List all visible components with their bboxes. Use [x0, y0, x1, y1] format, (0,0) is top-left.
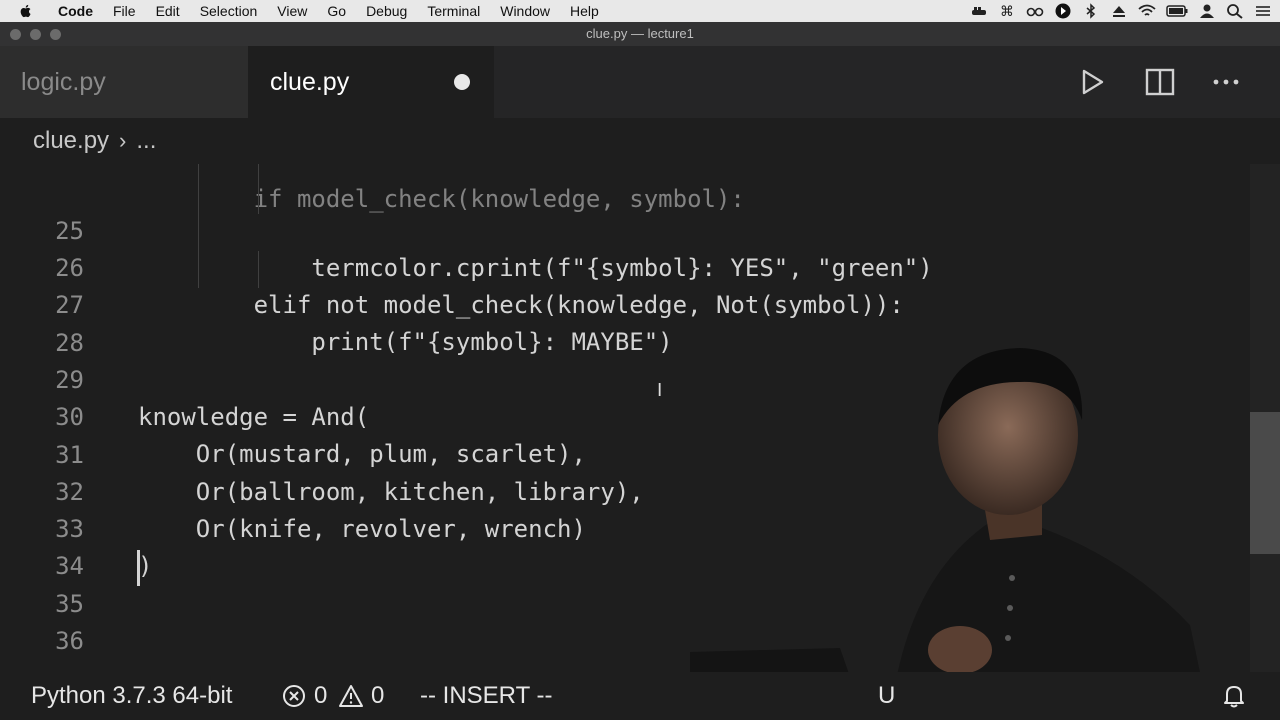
spotlight-search-icon[interactable]: [1226, 3, 1244, 19]
bell-icon[interactable]: [1221, 683, 1247, 709]
code-line: 28: [0, 288, 1250, 357]
chevron-right-icon: ›: [119, 128, 127, 153]
menu-debug[interactable]: Debug: [356, 0, 417, 22]
code-line: 25 termcolor.cprint(f"{symbol}: YES", "g…: [0, 176, 1250, 282]
menu-selection[interactable]: Selection: [190, 0, 268, 22]
breadcrumb-symbol[interactable]: ...: [136, 127, 156, 155]
zoom-window-button[interactable]: [50, 29, 61, 40]
svg-text:⌘: ⌘: [1000, 4, 1014, 19]
warning-triangle-icon[interactable]: [338, 684, 364, 708]
presenter-video-overlay: [690, 348, 1210, 720]
status-partial-text: U: [878, 682, 896, 709]
error-circle-icon[interactable]: [282, 684, 306, 708]
battery-icon[interactable]: [1166, 3, 1188, 19]
code-line: 26 elif not model_check(knowledge, Not(s…: [0, 213, 1250, 319]
error-count[interactable]: 0: [314, 672, 327, 720]
user-icon[interactable]: [1198, 3, 1216, 19]
menu-go[interactable]: Go: [317, 0, 356, 22]
unsaved-changes-dot-icon[interactable]: [454, 74, 470, 90]
bluetooth-icon[interactable]: [1082, 3, 1100, 19]
minimize-window-button[interactable]: [30, 29, 41, 40]
control-center-icon[interactable]: [1254, 3, 1272, 19]
window-title-bar: clue.py — lecture1: [0, 22, 1280, 46]
glasses-icon[interactable]: [1026, 3, 1044, 19]
play-icon[interactable]: [1076, 66, 1108, 98]
menu-edit[interactable]: Edit: [146, 0, 190, 22]
macos-menu-bar: Code File Edit Selection View Go Debug T…: [0, 0, 1280, 22]
more-actions-icon[interactable]: [1210, 66, 1242, 98]
breadcrumb-file[interactable]: clue.py: [33, 127, 109, 155]
warning-count[interactable]: 0: [371, 672, 384, 720]
menu-status-area: ⌘: [970, 0, 1272, 22]
vim-mode-indicator: -- INSERT --: [420, 682, 553, 709]
breadcrumb: clue.py › ...: [0, 118, 1280, 164]
apple-logo-icon[interactable]: [18, 3, 34, 19]
menu-terminal[interactable]: Terminal: [417, 0, 490, 22]
text-cursor: [137, 550, 140, 586]
code-line: 27 print(f"{symbol}: MAYBE"): [0, 250, 1250, 356]
editor-tab-bar: logic.py clue.py: [0, 46, 1280, 118]
wifi-icon[interactable]: [1138, 3, 1156, 19]
menu-view[interactable]: View: [267, 0, 317, 22]
window-title: clue.py — lecture1: [586, 26, 694, 41]
eject-icon[interactable]: [1110, 3, 1128, 19]
menu-code[interactable]: Code: [48, 0, 103, 22]
tab-logic-py[interactable]: logic.py: [0, 46, 248, 118]
command-icon[interactable]: ⌘: [998, 3, 1016, 19]
arrow-circle-icon[interactable]: [1054, 3, 1072, 19]
close-window-button[interactable]: [10, 29, 21, 40]
vertical-scrollbar-thumb[interactable]: [1250, 412, 1280, 554]
tab-label: clue.py: [270, 68, 350, 96]
menu-window[interactable]: Window: [490, 0, 560, 22]
status-bar: Python 3.7.3 64-bit 0 0 -- INSERT -- U: [0, 672, 1280, 720]
docker-icon[interactable]: [970, 3, 988, 19]
python-interpreter-status[interactable]: Python 3.7.3 64-bit: [31, 672, 232, 720]
menu-file[interactable]: File: [103, 0, 146, 22]
split-editor-icon[interactable]: [1144, 66, 1176, 98]
mouse-ibeam-cursor-icon: I: [657, 380, 663, 401]
menu-help[interactable]: Help: [560, 0, 609, 22]
line-number: 36: [55, 627, 84, 655]
tab-label: logic.py: [21, 68, 106, 96]
